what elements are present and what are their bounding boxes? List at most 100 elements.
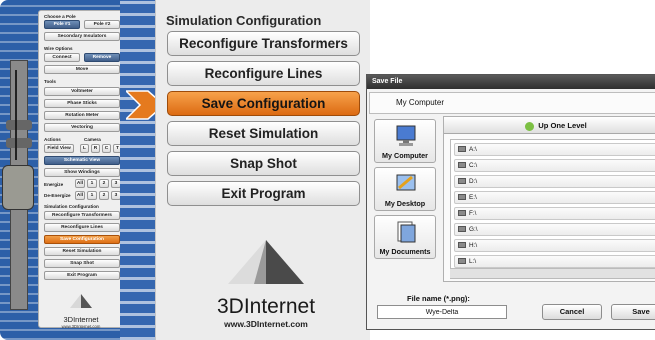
wire-options-header: Wire Options [44,46,73,51]
vectoring-button[interactable]: Vectoring [44,123,120,132]
secondary-insulators-button[interactable]: Secondary Insulators [44,32,120,41]
reconfigure-lines-large-button[interactable]: Reconfigure Lines [167,61,360,86]
file-name-label: File name (*.png): [407,294,470,303]
documents-icon [397,221,416,243]
cancel-button[interactable]: Cancel [542,304,602,320]
camera-left-button[interactable]: L [80,144,89,153]
file-name-input[interactable] [377,305,507,319]
save-configuration-large-button[interactable]: Save Configuration [167,91,360,116]
place-my-computer[interactable]: My Computer [374,119,436,163]
drive-item[interactable]: A:\ [454,143,655,156]
drive-label: H:\ [469,242,478,249]
drive-icon [458,146,466,152]
drive-item[interactable]: D:\ [454,175,655,188]
move-button[interactable]: Move [44,65,120,74]
reset-simulation-large-button[interactable]: Reset Simulation [167,121,360,146]
save-configuration-button[interactable]: Save Configuration [44,235,120,244]
drive-label: G:\ [469,226,478,233]
choose-pole-header: Choose a Pole [44,14,76,19]
exit-program-button[interactable]: Exit Program [44,271,120,280]
energize-phase-2-button[interactable]: 2 [99,179,109,188]
drive-icon [458,242,466,248]
camera-header: Camera [84,137,101,142]
configuration-panel: Simulation Configuration Reconfigure Tra… [155,0,370,340]
connect-button[interactable]: Connect [44,53,80,62]
drive-icon [458,258,466,264]
drive-item[interactable]: G:\ [454,223,655,236]
wire [15,70,17,160]
reconfigure-lines-button[interactable]: Reconfigure Lines [44,223,120,232]
pole-1-button[interactable]: Pole #1 [44,20,80,29]
exit-program-large-button[interactable]: Exit Program [167,181,360,206]
up-arrow-icon [525,121,535,131]
horizontal-scrollbar[interactable] [450,268,655,278]
rotation-meter-button[interactable]: Rotation Meter [44,111,120,120]
reconfigure-transformers-button[interactable]: Reconfigure Transformers [44,211,120,220]
camera-center-button[interactable]: C [102,144,111,153]
drive-label: C:\ [469,162,478,169]
energize-header: Energize [44,182,64,187]
save-file-dialog: Save File My Computer My Computer My Des… [366,74,655,330]
drive-icon [458,178,466,184]
logo-url: www.3DInternet.com [224,319,308,329]
place-label: My Computer [382,151,428,160]
pyramid-logo-icon [228,240,304,284]
tool-panel-logo: 3DInternet www.3DInternet.com [51,293,111,329]
actions-header: Actions [44,137,61,142]
drive-item[interactable]: L:\ [454,255,655,268]
dialog-title: Save File [367,75,655,89]
computer-icon [396,125,416,146]
camera-right-button[interactable]: R [91,144,100,153]
phase-sticks-button[interactable]: Phase Sticks [44,99,120,108]
schematic-view-button[interactable]: Schematic View [44,156,120,165]
desktop-icon [396,174,416,191]
de-energize-phase-1-button[interactable]: 1 [87,191,97,200]
drive-icon [458,194,466,200]
snap-shot-button[interactable]: Snap Shot [44,259,120,268]
pole-2-button[interactable]: Pole #2 [84,20,120,29]
place-label: My Desktop [384,199,426,208]
insulator [6,120,32,130]
drive-item[interactable]: H:\ [454,239,655,252]
save-button[interactable]: Save [611,304,655,320]
reconfigure-transformers-large-button[interactable]: Reconfigure Transformers [167,31,360,56]
reset-simulation-button[interactable]: Reset Simulation [44,247,120,256]
drive-item[interactable]: E:\ [454,191,655,204]
tool-panel: Choose a Pole Pole #1 Pole #2 Secondary … [38,10,124,329]
drive-label: E:\ [469,194,477,201]
places-sidebar: My Computer My Desktop My Documents [374,119,436,269]
current-path: My Computer [369,92,655,114]
de-energize-phase-2-button[interactable]: 2 [99,191,109,200]
place-my-documents[interactable]: My Documents [374,215,436,259]
drive-list: A:\ C:\ D:\ E:\ F:\ G:\ H:\ L:\ [450,139,655,279]
field-view-button[interactable]: Field View [44,144,74,153]
drive-icon [458,162,466,168]
de-energize-all-button[interactable]: All [75,191,85,200]
place-label: My Documents [379,247,431,256]
energize-phase-1-button[interactable]: 1 [87,179,97,188]
show-windings-button[interactable]: Show Windings [44,168,120,177]
energize-all-button[interactable]: All [75,179,85,188]
up-one-level-label: Up One Level [538,121,587,130]
drive-icon [458,226,466,232]
logo-url: www.3DInternet.com [61,324,101,329]
snap-shot-large-button[interactable]: Snap Shot [167,151,360,176]
blueprint-strip [120,0,160,340]
voltmeter-button[interactable]: Voltmeter [44,87,120,96]
config-panel-title: Simulation Configuration [166,13,322,28]
tools-header: Tools [44,79,56,84]
logo-brand: 3DInternet [63,315,99,324]
drive-item[interactable]: F:\ [454,207,655,220]
drive-item[interactable]: C:\ [454,159,655,172]
up-one-level-button[interactable]: Up One Level [444,117,655,134]
place-my-desktop[interactable]: My Desktop [374,167,436,211]
screenshot-stage: Choose a Pole Pole #1 Pole #2 Secondary … [0,0,655,340]
logo-brand: 3DInternet [216,295,316,318]
file-browser: Up One Level A:\ C:\ D:\ E:\ F:\ G:\ H:\… [443,116,655,282]
insulator [6,138,32,148]
pyramid-logo-icon [70,294,92,308]
sim-config-header: Simulation Configuration [44,204,99,209]
drive-label: L:\ [469,258,477,265]
remove-button[interactable]: Remove [84,53,120,62]
config-panel-logo: 3DInternet www.3DInternet.com [196,238,336,329]
